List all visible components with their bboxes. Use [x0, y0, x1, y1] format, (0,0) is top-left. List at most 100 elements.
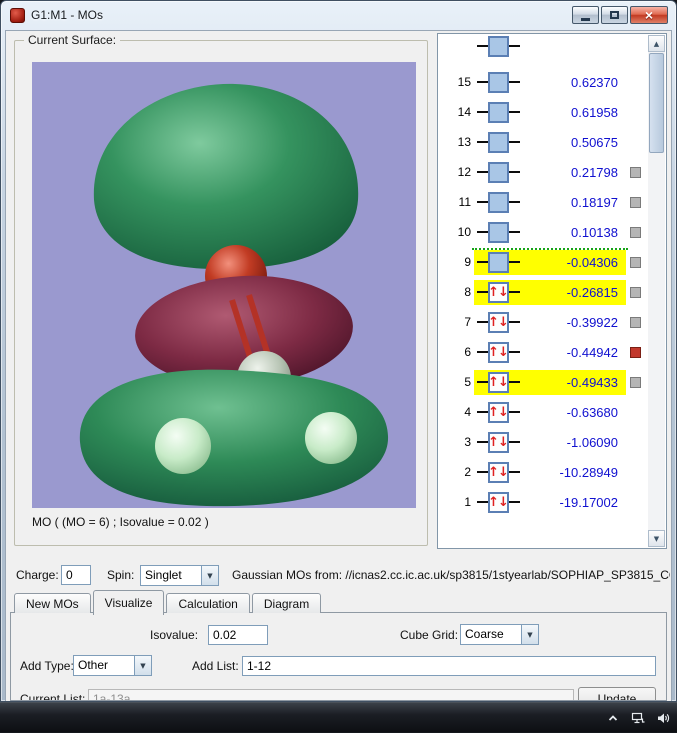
scrollbar-thumb[interactable] [649, 53, 664, 153]
chevron-down-icon[interactable]: ▼ [201, 566, 218, 585]
mo-level-line[interactable]: ↑ ↓ -1.06090 [474, 430, 626, 455]
mo-surface-view[interactable] [32, 62, 416, 508]
current-surface-groupbox: Current Surface: MO ((MO = 6) ; Isovalu… [14, 33, 428, 546]
mo-number: 11 [458, 195, 471, 209]
mo-row[interactable]: 13 0.50675 [439, 127, 648, 157]
add-type-select[interactable]: Other ▼ [73, 655, 152, 676]
mo-level-line[interactable]: ↑ ↓ -10.28949 [474, 460, 626, 485]
mo-level-line[interactable]: ↑ ↓ -0.26815 [474, 279, 626, 305]
mo-virtual-icon[interactable] [488, 101, 509, 123]
mo-row[interactable] [439, 35, 648, 67]
mo-row[interactable]: 2 ↑ ↓ -10.28949 [439, 457, 648, 487]
add-list-input[interactable] [242, 656, 656, 676]
maximize-button[interactable] [601, 6, 628, 24]
tab-visualize[interactable]: Visualize [92, 590, 165, 615]
update-button[interactable]: Update [578, 687, 656, 700]
mo-indicator[interactable] [630, 196, 641, 208]
mo-row[interactable]: 12 0.21798 [439, 157, 648, 187]
mo-level-line[interactable]: 0.50675 [474, 130, 626, 155]
tab-new-mos[interactable]: New MOs [14, 593, 91, 613]
mo-level-line[interactable]: ↑ ↓ -0.39922 [474, 310, 626, 335]
chevron-down-icon[interactable]: ▼ [521, 625, 538, 644]
mo-level-line[interactable]: 0.21798 [474, 160, 626, 185]
mo-occupied-icon[interactable]: ↑ ↓ [488, 431, 509, 453]
mo-row[interactable]: 6 ↑ ↓ -0.44942 [439, 337, 648, 367]
level-wire [477, 501, 488, 503]
mo-row[interactable]: 7 ↑ ↓ -0.39922 [439, 307, 648, 337]
mo-row[interactable]: 10 0.10138 [439, 217, 648, 247]
window-client-area: Current Surface: MO ((MO = 6) ; Isovalu… [5, 30, 672, 701]
close-button[interactable]: × [630, 6, 668, 24]
window-icon [10, 8, 25, 23]
show-hidden-icons-chevron-icon[interactable] [605, 710, 621, 726]
charge-input[interactable] [61, 565, 91, 585]
mo-indicator[interactable] [630, 376, 641, 388]
mo-indicator[interactable] [630, 166, 641, 178]
mo-virtual-icon[interactable] [488, 71, 509, 93]
mo-row[interactable]: 4 ↑ ↓ -0.63680 [439, 397, 648, 427]
mo-row[interactable]: 14 0.61958 [439, 97, 648, 127]
mo-level-line[interactable] [474, 35, 626, 59]
spin-down-arrow: ↓ [498, 314, 509, 330]
tab-calculation[interactable]: Calculation [166, 593, 250, 613]
network-icon[interactable] [630, 710, 646, 726]
mo-occupied-icon[interactable]: ↑ ↓ [488, 371, 509, 393]
mo-row[interactable]: 8 ↑ ↓ -0.26815 [439, 277, 648, 307]
mo-energy: 0.50675 [571, 134, 618, 150]
mo-level-line[interactable]: 0.18197 [474, 190, 626, 215]
spin-select[interactable]: Singlet ▼ [140, 565, 219, 586]
mo-row[interactable]: 11 0.18197 [439, 187, 648, 217]
mo-level-line[interactable]: 0.62370 [474, 70, 626, 95]
mo-occupied-icon[interactable]: ↑ ↓ [488, 401, 509, 423]
mo-occupied-icon[interactable]: ↑ ↓ [488, 461, 509, 483]
mo-level-line[interactable]: -0.04306 [472, 247, 628, 275]
mo-energy: -10.28949 [559, 464, 618, 480]
mo-indicator[interactable] [630, 316, 641, 328]
mo-level-line[interactable]: ↑ ↓ -19.17002 [474, 490, 626, 515]
minimize-button[interactable] [572, 6, 599, 24]
mo-occupied-icon[interactable]: ↑ ↓ [488, 341, 509, 363]
mo-energy: 0.61958 [571, 104, 618, 120]
mo-virtual-icon[interactable] [488, 131, 509, 153]
mo-level-line[interactable]: ↑ ↓ -0.49433 [474, 369, 626, 395]
level-wire [477, 111, 488, 113]
mo-virtual-icon[interactable] [488, 35, 509, 57]
mo-row[interactable]: 15 0.62370 [439, 67, 648, 97]
mo-level-line[interactable]: ↑ ↓ -0.63680 [474, 400, 626, 425]
mo-number: 3 [464, 435, 471, 449]
mo-level-line[interactable]: ↑ ↓ -0.44942 [474, 340, 626, 365]
mo-indicator[interactable] [630, 346, 641, 358]
mo-virtual-icon[interactable] [488, 251, 509, 273]
mo-row[interactable]: 1 ↑ ↓ -19.17002 [439, 487, 648, 517]
scroll-up-button[interactable]: ▲ [648, 35, 665, 52]
mo-row[interactable]: 9 -0.04306 [439, 247, 648, 277]
mo-row[interactable]: 5 ↑ ↓ -0.49433 [439, 367, 648, 397]
mo-indicator[interactable] [630, 256, 641, 268]
level-wire [509, 321, 520, 323]
mo-level-line[interactable]: 0.61958 [474, 100, 626, 125]
spin-down-arrow: ↓ [498, 374, 509, 390]
minimize-icon [581, 17, 590, 21]
mo-indicator[interactable] [630, 286, 641, 298]
mo-virtual-icon[interactable] [488, 221, 509, 243]
cube-grid-select[interactable]: Coarse ▼ [460, 624, 539, 645]
mo-virtual-icon[interactable] [488, 161, 509, 183]
chevron-down-icon[interactable]: ▼ [134, 656, 151, 675]
mo-virtual-icon[interactable] [488, 191, 509, 213]
level-wire [509, 81, 520, 83]
isovalue-input[interactable] [208, 625, 268, 645]
mo-level-line[interactable]: 0.10138 [474, 220, 626, 245]
mo-indicator[interactable] [630, 226, 641, 238]
titlebar[interactable]: G1:M1 - MOs × [1, 1, 676, 30]
mo-list-scrollbar[interactable]: ▲ ▼ [648, 35, 665, 547]
mo-occupied-icon[interactable]: ↑ ↓ [488, 491, 509, 513]
mo-row[interactable]: 3 ↑ ↓ -1.06090 [439, 427, 648, 457]
mo-occupied-icon[interactable]: ↑ ↓ [488, 311, 509, 333]
mo-energy: -0.39922 [566, 314, 618, 330]
level-wire [477, 201, 488, 203]
mo-occupied-icon[interactable]: ↑ ↓ [488, 281, 509, 303]
level-wire [477, 231, 488, 233]
scroll-down-button[interactable]: ▼ [648, 530, 665, 547]
speaker-icon[interactable] [655, 710, 671, 726]
tab-diagram[interactable]: Diagram [251, 593, 322, 613]
